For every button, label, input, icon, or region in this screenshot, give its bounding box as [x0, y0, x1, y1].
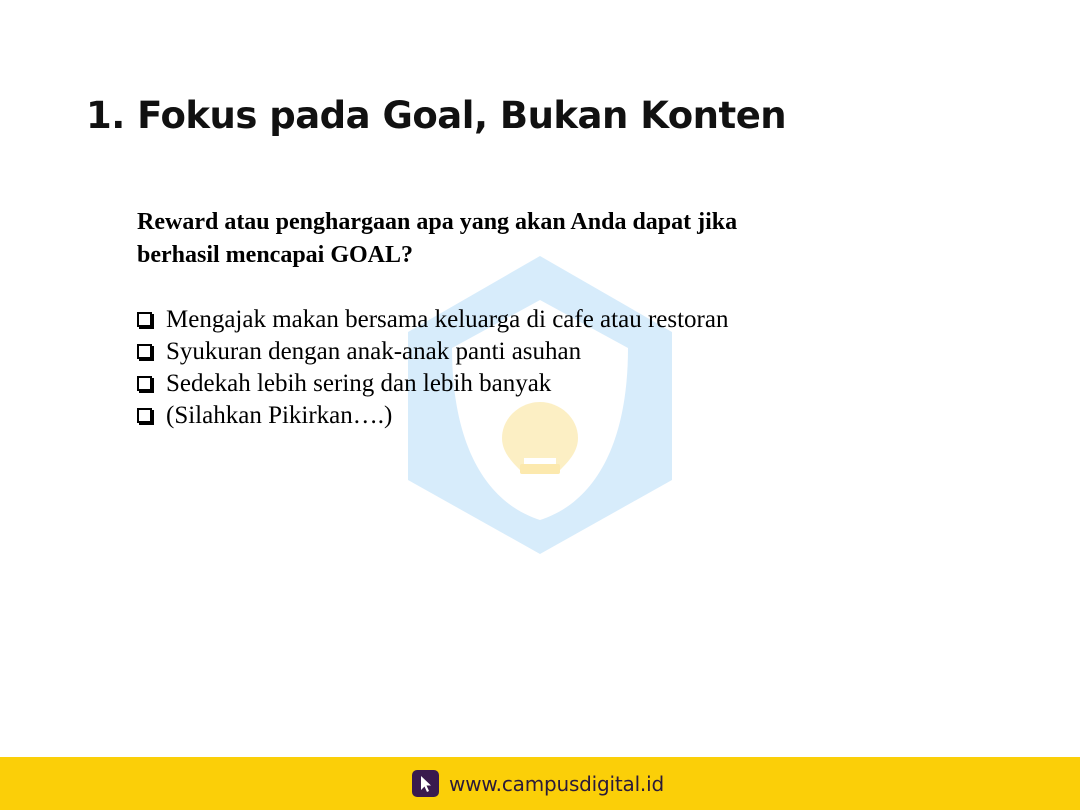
list-item: Mengajak makan bersama keluarga di cafe … — [137, 304, 728, 336]
list-item-text: (Silahkan Pikirkan….) — [166, 402, 393, 429]
reward-list: Mengajak makan bersama keluarga di cafe … — [137, 304, 728, 432]
slide: 1. Fokus pada Goal, Bukan Konten Reward … — [0, 0, 1080, 810]
list-item: (Silahkan Pikirkan….) — [137, 400, 728, 432]
list-item: Syukuran dengan anak-anak panti asuhan — [137, 336, 728, 368]
list-item-text: Mengajak makan bersama keluarga di cafe … — [166, 306, 729, 333]
list-item-text: Syukuran dengan anak-anak panti asuhan — [166, 338, 582, 365]
list-item: Sedekah lebih sering dan lebih banyak — [137, 368, 728, 400]
slide-title: 1. Fokus pada Goal, Bukan Konten — [86, 94, 787, 137]
cursor-pointer-icon — [412, 770, 440, 797]
question-line-1: Reward atau penghargaan apa yang akan An… — [137, 209, 738, 235]
footer-url[interactable]: www.campusdigital.id — [449, 772, 664, 796]
list-item-text: Sedekah lebih sering dan lebih banyak — [166, 370, 552, 397]
question-line-2: berhasil mencapai GOAL? — [137, 242, 414, 268]
checkbox-bullet-icon — [137, 343, 152, 359]
checkbox-bullet-icon — [137, 407, 152, 423]
question-text: Reward atau penghargaan apa yang akan An… — [137, 206, 837, 272]
footer-brand: www.campusdigital.id — [412, 770, 664, 797]
footer-bar: www.campusdigital.id — [0, 757, 1080, 810]
checkbox-bullet-icon — [137, 375, 152, 391]
checkbox-bullet-icon — [137, 311, 152, 327]
